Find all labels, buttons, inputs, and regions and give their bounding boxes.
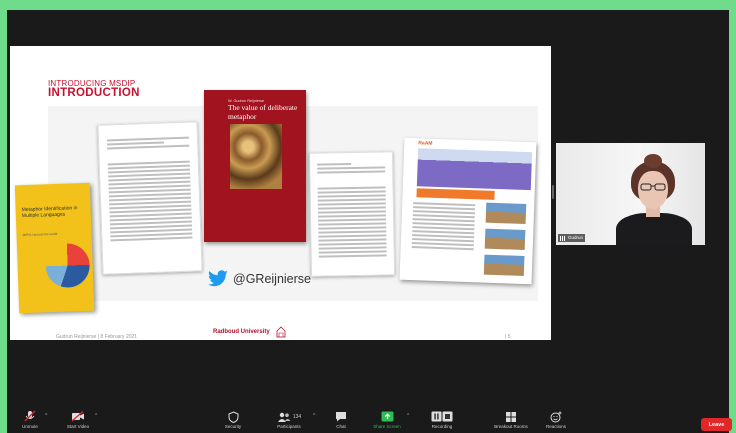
leave-button[interactable]: Leave xyxy=(701,418,732,431)
security-label: Security xyxy=(224,424,242,429)
twitter-bird-icon xyxy=(208,270,228,287)
book-cover-graphic xyxy=(44,242,91,289)
smiley-plus-icon xyxy=(550,411,562,422)
pause-stop-recording-icon xyxy=(431,411,453,422)
lavender-banner-image xyxy=(416,148,533,191)
flyer-photo-2 xyxy=(484,228,526,251)
recording-button[interactable]: Recording xyxy=(419,410,465,433)
reactions-button[interactable]: Reactions xyxy=(541,410,571,433)
book-yellow-subtitle: MIPVU around the world xyxy=(22,231,58,238)
breakout-rooms-label: Breakout Rooms xyxy=(494,424,528,429)
flyer-photo-3 xyxy=(483,254,525,276)
signal-bars-icon xyxy=(560,235,566,241)
recording-label: Recording xyxy=(431,424,453,429)
share-screen-icon xyxy=(381,411,393,422)
panel-resize-handle[interactable] xyxy=(552,185,554,199)
participant-video-tile[interactable]: Gudrun xyxy=(556,143,705,245)
microphone-muted-icon xyxy=(24,410,36,422)
unmute-label: Unmute xyxy=(22,424,38,429)
security-button[interactable]: Security xyxy=(220,410,246,433)
slide-footer-presenter: Gudrun Reijnierse | 8 February 2021 xyxy=(56,334,138,340)
participants-count: 134 xyxy=(292,413,302,420)
participants-label: Participants xyxy=(277,424,301,429)
glasses-icon xyxy=(640,183,666,191)
start-video-label: Start Video xyxy=(66,424,90,429)
meeting-toolbar: Unmute ^ Start Video ^ Security 134 Part… xyxy=(7,410,732,433)
participant-hair-bun xyxy=(644,154,662,168)
flyer-photo-1 xyxy=(485,202,527,225)
participants-button[interactable]: 134 Participants xyxy=(269,410,309,433)
chat-bubble-icon xyxy=(336,412,346,422)
slide-page-number: | 5 xyxy=(505,334,511,340)
start-video-button[interactable]: Start Video xyxy=(61,410,95,433)
participants-options-chevron-icon[interactable]: ^ xyxy=(313,413,315,419)
audio-options-chevron-icon[interactable]: ^ xyxy=(45,413,47,419)
paper-thumbnail-1 xyxy=(97,121,203,275)
twitter-handle-row: @GReijnierse xyxy=(207,269,311,289)
video-options-chevron-icon[interactable]: ^ xyxy=(95,413,97,419)
chat-button[interactable]: Chat xyxy=(331,410,351,433)
participant-name: Gudrun xyxy=(568,235,584,240)
chat-label: Chat xyxy=(336,424,346,429)
university-logo-icon xyxy=(276,326,286,338)
raam-flyer-thumbnail: RaAM xyxy=(399,137,537,285)
share-screen-label: Share Screen xyxy=(373,424,401,429)
reactions-label: Reactions xyxy=(545,424,566,429)
book-cover-artwork xyxy=(230,124,282,189)
video-camera-off-icon xyxy=(71,411,84,422)
book-cover-metaphor-identification: Metaphor Identification in Multiple Lang… xyxy=(14,182,95,314)
share-screen-button[interactable]: Share Screen xyxy=(367,410,407,433)
share-options-chevron-icon[interactable]: ^ xyxy=(407,413,409,419)
slide-title: INTRODUCTION xyxy=(48,87,140,99)
breakout-grid-icon xyxy=(506,411,516,422)
book-yellow-title: Metaphor Identification in Multiple Lang… xyxy=(21,205,78,220)
raam-logo: RaAM xyxy=(418,140,433,147)
flyer-orange-bar xyxy=(416,188,495,200)
paper-thumbnail-2 xyxy=(308,151,396,277)
shield-icon xyxy=(228,410,238,423)
book-red-title: The value of deliberate metaphor xyxy=(228,103,298,121)
book-cover-deliberate-metaphor: W. Gudrun Reijnierse The value of delibe… xyxy=(204,90,306,242)
participant-name-label: Gudrun xyxy=(558,234,586,242)
twitter-handle-text: @GReijnierse xyxy=(233,272,311,286)
participant-body xyxy=(616,213,692,245)
slide-footer-university: Radboud University xyxy=(213,329,270,335)
breakout-rooms-button[interactable]: Breakout Rooms xyxy=(489,410,533,433)
people-icon xyxy=(277,412,291,422)
unmute-button[interactable]: Unmute xyxy=(15,410,45,433)
